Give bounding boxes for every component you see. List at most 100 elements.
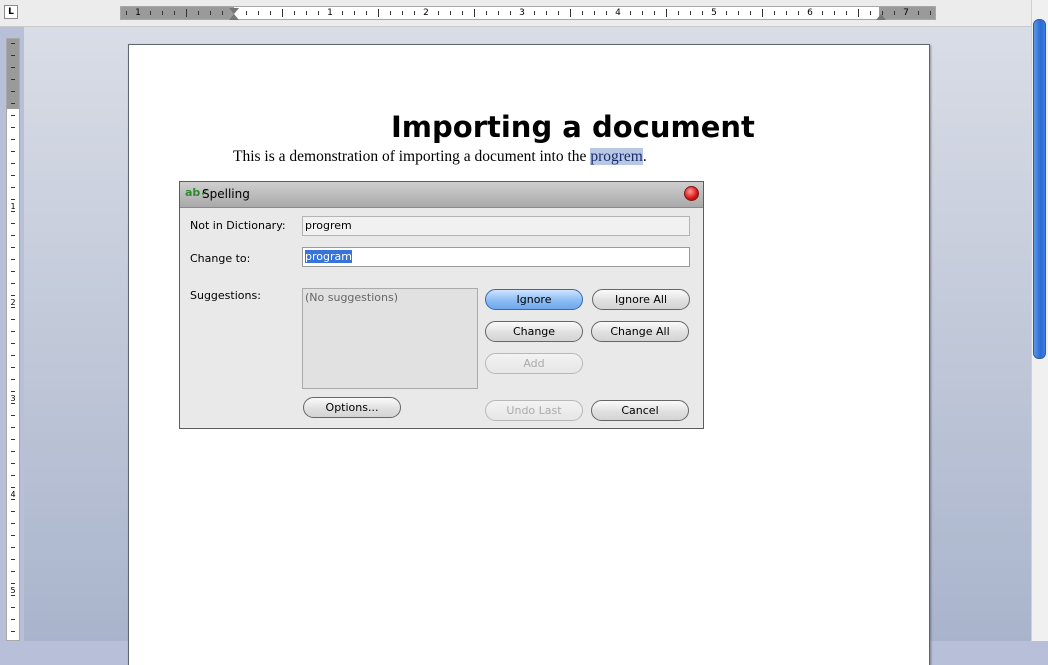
ruler-tick xyxy=(11,55,15,56)
ruler-tick xyxy=(11,331,15,332)
ruler-tick xyxy=(846,11,847,15)
ruler-tick xyxy=(834,11,835,15)
ruler-tick xyxy=(11,403,15,404)
paragraph-text: This is a demonstration of importing a d… xyxy=(233,148,591,165)
ignore-all-button[interactable]: Ignore All xyxy=(592,289,690,310)
change-all-button[interactable]: Change All xyxy=(591,321,689,342)
ruler-tick xyxy=(11,235,15,236)
ruler-tick xyxy=(558,11,559,15)
undo-last-button[interactable]: Undo Last xyxy=(485,400,583,421)
misspelled-word[interactable]: progrem xyxy=(590,148,643,165)
ruler-tick xyxy=(11,295,15,296)
vertical-ruler[interactable]: 1 2 3 4 5 xyxy=(6,38,20,641)
not-in-dictionary-field: progrem xyxy=(302,216,690,236)
ruler-tick xyxy=(162,11,163,15)
ruler-tick xyxy=(726,11,727,15)
ruler-tick xyxy=(186,9,187,17)
close-button[interactable] xyxy=(684,186,699,201)
ruler-number: 7 xyxy=(903,8,909,18)
vertical-scrollbar[interactable] xyxy=(1031,0,1048,641)
ruler-tick xyxy=(126,11,127,15)
ruler-tick xyxy=(222,11,223,15)
suggestions-label: Suggestions: xyxy=(190,289,261,302)
ruler-tick xyxy=(690,11,691,15)
ruler-tick xyxy=(594,11,595,15)
ruler-number: 1 xyxy=(135,8,141,18)
ruler-tick xyxy=(390,11,391,15)
ruler-number: 3 xyxy=(519,8,525,18)
ruler-number: 6 xyxy=(807,8,813,18)
ruler-tick xyxy=(858,9,859,17)
ruler-tick xyxy=(414,11,415,15)
ruler-tick xyxy=(870,11,871,15)
ruler-tick xyxy=(11,211,15,212)
selected-text: program xyxy=(305,250,352,263)
ruler-tick xyxy=(570,9,571,17)
add-button[interactable]: Add xyxy=(485,353,583,374)
suggestions-empty-text: (No suggestions) xyxy=(305,291,399,304)
dialog-titlebar[interactable]: ab✓ Spelling xyxy=(180,182,703,208)
ruler-tick xyxy=(11,79,15,80)
ruler-tick xyxy=(258,11,259,15)
ruler-tick xyxy=(11,163,15,164)
ruler-tick xyxy=(342,11,343,15)
ruler-number: 4 xyxy=(615,8,621,18)
ruler-tick xyxy=(11,247,15,248)
ruler-tick xyxy=(11,103,15,104)
ruler-tick xyxy=(930,11,931,15)
ruler-tick xyxy=(306,11,307,15)
ruler-tick xyxy=(630,11,631,15)
ruler-tick xyxy=(786,11,787,15)
paragraph-end: . xyxy=(642,148,647,165)
cancel-button[interactable]: Cancel xyxy=(591,400,689,421)
ruler-tick xyxy=(11,367,15,368)
horizontal-ruler-bar: L 1 1 2 3 4 5 6 7 xyxy=(0,0,1032,27)
ruler-tick xyxy=(11,487,15,488)
suggestions-list[interactable]: (No suggestions) xyxy=(302,288,478,389)
ruler-tick xyxy=(510,11,511,15)
ruler-tick xyxy=(11,547,15,548)
change-to-input[interactable]: program xyxy=(302,247,690,267)
ruler-tick xyxy=(738,11,739,15)
ruler-tick xyxy=(11,379,15,380)
ruler-number: 2 xyxy=(423,8,429,18)
change-button[interactable]: Change xyxy=(485,321,583,342)
options-button[interactable]: Options... xyxy=(303,397,401,418)
ruler-tick xyxy=(678,11,679,15)
ruler-tick xyxy=(774,11,775,15)
spelling-dialog: ab✓ Spelling Not in Dictionary: progrem … xyxy=(179,181,704,429)
ruler-tick xyxy=(246,11,247,15)
tab-stop-selector[interactable]: L xyxy=(4,5,18,19)
scrollbar-thumb[interactable] xyxy=(1033,19,1046,359)
ruler-tick xyxy=(11,439,15,440)
document-paragraph[interactable]: This is a demonstration of importing a d… xyxy=(233,148,647,166)
ruler-tick xyxy=(474,9,475,17)
ruler-tick xyxy=(282,9,283,17)
ruler-tick xyxy=(11,523,15,524)
ruler-tick xyxy=(11,223,15,224)
right-indent-marker[interactable] xyxy=(876,14,886,20)
ruler-tick xyxy=(582,11,583,15)
ruler-tick xyxy=(11,391,15,392)
document-heading[interactable]: Importing a document xyxy=(391,110,755,144)
horizontal-ruler[interactable]: 1 1 2 3 4 5 6 7 xyxy=(120,6,936,20)
ruler-tick xyxy=(11,259,15,260)
ruler-tick xyxy=(294,11,295,15)
ruler-tick xyxy=(11,535,15,536)
ruler-tick xyxy=(150,11,151,15)
ignore-button[interactable]: Ignore xyxy=(485,289,583,310)
ruler-tick xyxy=(11,607,15,608)
top-margin-area xyxy=(7,39,19,109)
ruler-tick xyxy=(270,11,271,15)
hanging-indent-marker[interactable] xyxy=(229,14,239,20)
ruler-tick xyxy=(11,91,15,92)
ruler-tick xyxy=(11,139,15,140)
ruler-tick xyxy=(210,11,211,15)
ruler-tick xyxy=(918,11,919,15)
ruler-tick xyxy=(11,571,15,572)
ruler-tick xyxy=(318,11,319,15)
ruler-tick xyxy=(642,11,643,15)
ruler-number: 1 xyxy=(327,8,333,18)
ruler-tick xyxy=(894,11,895,15)
ruler-tick xyxy=(822,11,823,15)
